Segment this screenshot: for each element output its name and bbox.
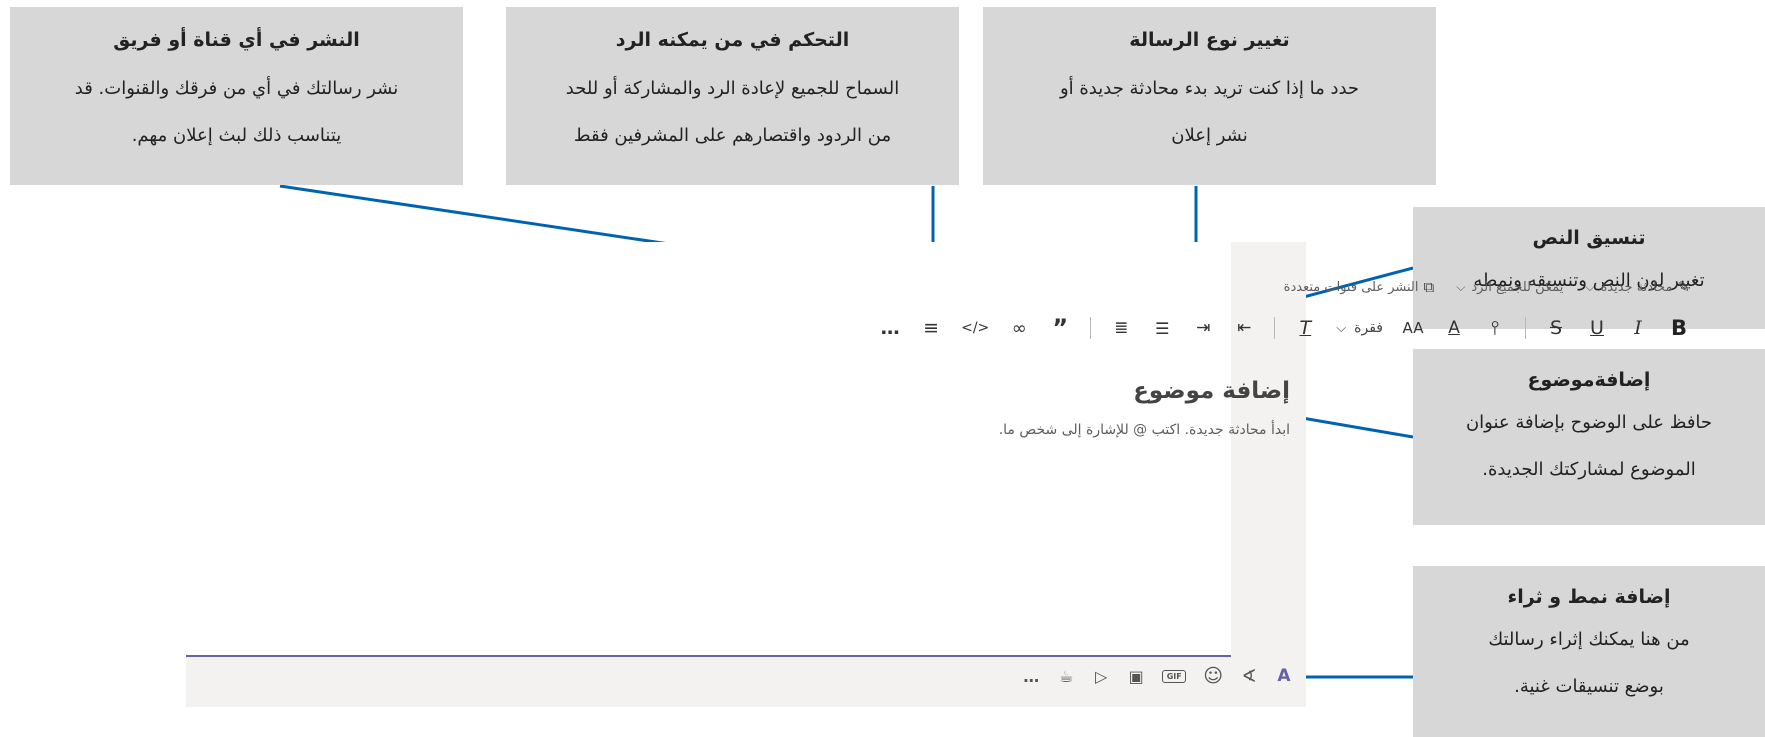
reply-setting-dropdown[interactable]: يمكن للجميع الرد ⌵ [1456, 280, 1563, 295]
reply-setting-label: يمكن للجميع الرد [1471, 279, 1564, 295]
chevron-down-icon: ⌵ [1456, 279, 1466, 294]
callout-title: التحكم في من يمكنه الرد [615, 29, 850, 51]
more-options-button[interactable]: … [1022, 666, 1040, 686]
post-multiple-channels-button[interactable]: ⧉ النشر على قنوات متعددة [1284, 278, 1435, 296]
message-type-dropdown[interactable]: ✎ محادثة جديدة ⌵ [1585, 278, 1690, 296]
toolbar-divider [1090, 317, 1092, 339]
clear-formatting-button[interactable]: T [1294, 314, 1316, 342]
callout-text: من هنا يمكنك إثراء رسالتك [1488, 629, 1690, 650]
composer-meta-row: ✎ محادثة جديدة ⌵ يمكن للجميع الرد ⌵ ⧉ ال… [1262, 270, 1690, 304]
subject-field[interactable]: إضافة موضوع [1133, 378, 1290, 404]
toolbar-divider [1274, 317, 1276, 339]
callout-text: يتناسب ذلك لبث إعلان مهم. [131, 125, 342, 146]
callout-text: بوضع تنسيقات غنية. [1514, 676, 1664, 697]
emoji-button[interactable]: ☺ [1203, 665, 1223, 687]
callout-text: حافظ على الوضوح بإضافة عنوان [1465, 412, 1713, 433]
composer-editor[interactable] [186, 242, 1231, 657]
callout-title: تنسيق النص [1532, 227, 1646, 249]
sticker-button[interactable]: ▣ [1127, 666, 1145, 686]
more-options-button[interactable]: … [879, 314, 901, 342]
callout-text: السماح للجميع لإعادة الرد والمشاركة أو ل… [565, 78, 900, 99]
bulleted-list-button[interactable]: ☰ [1151, 314, 1173, 342]
italic-button[interactable]: I [1627, 314, 1649, 342]
paragraph-style-dropdown[interactable]: فقرة ⌵ [1336, 320, 1383, 336]
pencil-icon: ✎ [1677, 278, 1690, 296]
callout-title: النشر في أي قناة أو فريق [113, 29, 360, 51]
callout-text: من الردود واقتصارهم على المشرفين فقط [573, 125, 892, 146]
callout-rich-style: إضافة نمط و ثراء من هنا يمكنك إثراء رسال… [1413, 566, 1765, 737]
chevron-down-icon: ⌵ [1336, 320, 1347, 336]
callout-post-any-channel: النشر في أي قناة أو فريق نشر رسالتك في أ… [10, 7, 463, 185]
decrease-indent-button[interactable]: ⇤ [1233, 314, 1255, 342]
quote-button[interactable]: ” [1049, 314, 1071, 342]
message-placeholder[interactable]: ابدأ محادثة جديدة. اكتب @ للإشارة إلى شخ… [999, 422, 1290, 438]
composer-focus-underline [186, 655, 1231, 657]
paragraph-style-label: فقرة [1354, 320, 1383, 336]
callout-message-type: تغيير نوع الرسالة حدد ما إذا كنت تريد بد… [983, 7, 1436, 185]
chevron-down-icon: ⌵ [1585, 279, 1595, 294]
highlight-icon[interactable]: ⫯ [1484, 314, 1506, 342]
copy-icon: ⧉ [1423, 278, 1435, 296]
toolbar-divider [1525, 317, 1526, 339]
format-toggle-button[interactable]: A [1275, 666, 1293, 686]
code-snippet-button[interactable]: </> [961, 314, 989, 342]
callout-title: إضافةموضوع [1527, 369, 1651, 391]
post-multiple-channels-label: النشر على قنوات متعددة [1283, 279, 1419, 295]
format-toolbar: B I U S ⫯ A AA فقرة ⌵ T ⇤ ⇥ ☰ ≣ ” ∞ </> … [860, 308, 1690, 348]
callout-reply-control: التحكم في من يمكنه الرد السماح للجميع لإ… [506, 7, 959, 185]
callout-text: حدد ما إذا كنت تريد بدء محادثة جديدة أو [1059, 78, 1360, 99]
strikethrough-button[interactable]: S [1545, 314, 1567, 342]
callout-title: إضافة نمط و ثراء [1507, 586, 1671, 608]
callout-add-subject: إضافةموضوع حافظ على الوضوح بإضافة عنوان … [1413, 349, 1765, 525]
attach-file-button[interactable]: ∢ [1240, 666, 1258, 687]
font-size-button[interactable]: AA [1402, 314, 1424, 342]
callout-title: تغيير نوع الرسالة [1129, 29, 1290, 51]
align-button[interactable]: ≡ [920, 314, 942, 342]
callout-text: نشر رسالتك في أي من فرقك والقنوات. قد [74, 78, 399, 99]
message-type-label: محادثة جديدة [1600, 279, 1673, 295]
callout-text: نشر إعلان [1171, 125, 1248, 146]
bold-button[interactable]: B [1668, 314, 1690, 342]
composer-actions-bar: A ∢ ☺ GIF ▣ ▷ ☕ … [1005, 661, 1293, 691]
increase-indent-button[interactable]: ⇥ [1192, 314, 1214, 342]
gif-button[interactable]: GIF [1162, 669, 1187, 683]
meet-now-button[interactable]: ▷ [1092, 666, 1110, 686]
underline-button[interactable]: U [1586, 314, 1608, 342]
praise-button[interactable]: ☕ [1057, 666, 1075, 686]
numbered-list-button[interactable]: ≣ [1110, 314, 1132, 342]
font-color-button[interactable]: A [1443, 314, 1465, 342]
callout-text: الموضوع لمشاركتك الجديدة. [1482, 459, 1696, 480]
link-button[interactable]: ∞ [1008, 314, 1030, 342]
